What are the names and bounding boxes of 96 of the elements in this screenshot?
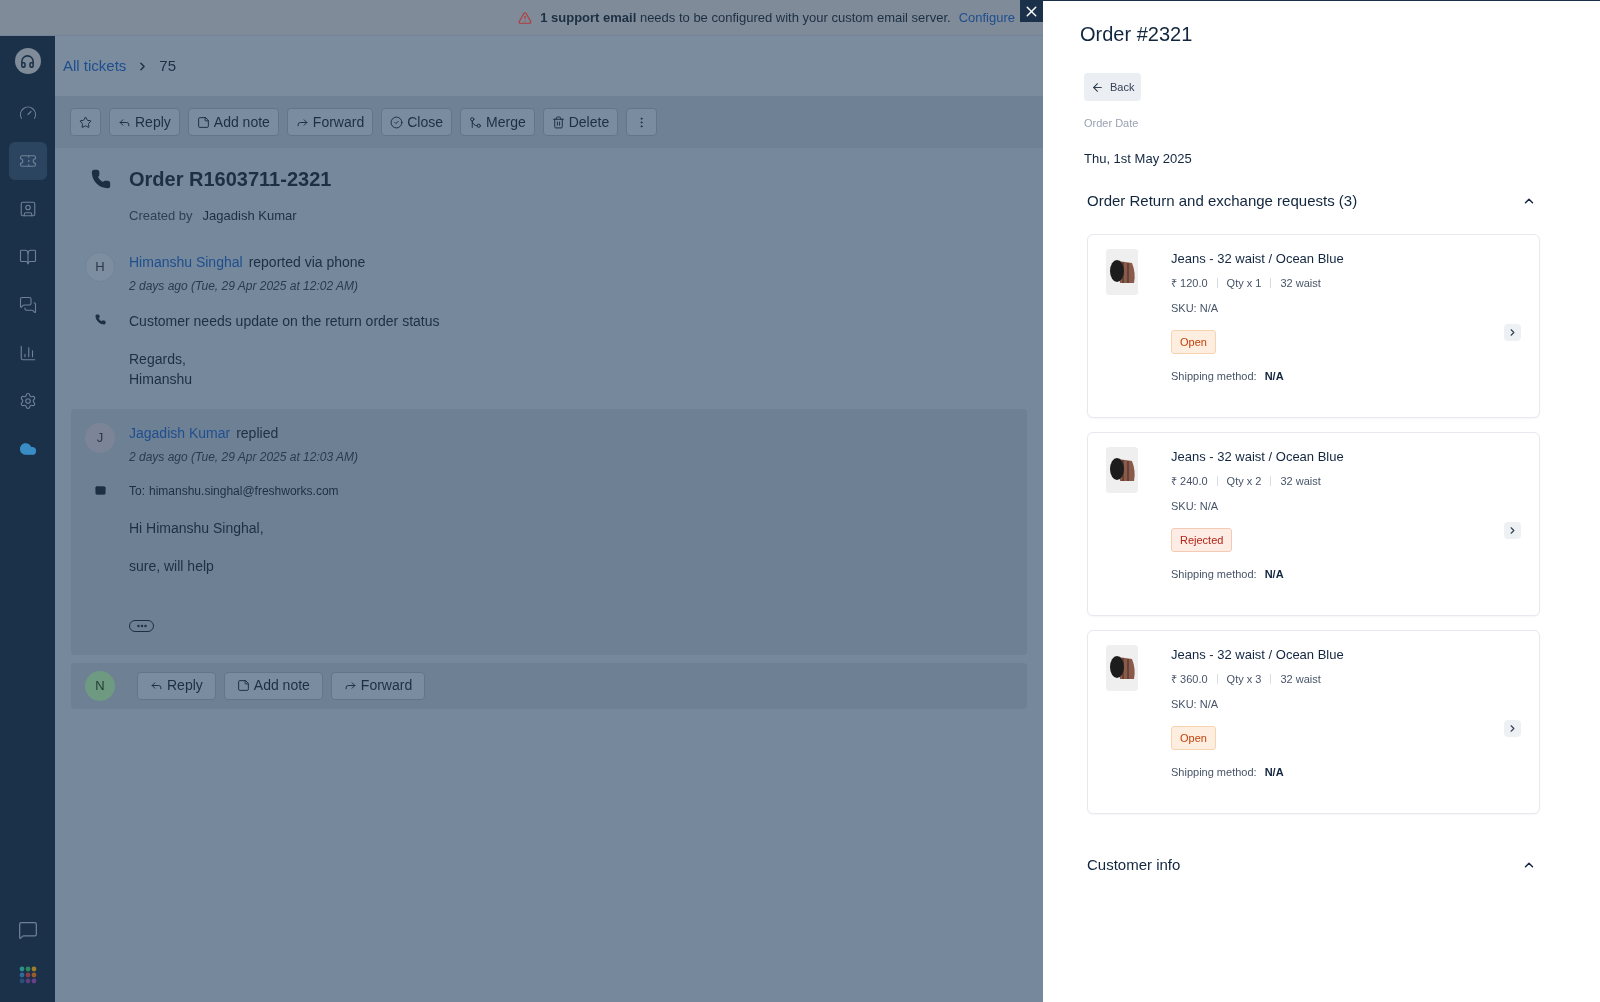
- price-text: ₹ 120.0: [1171, 275, 1208, 291]
- phone-icon: [94, 313, 106, 325]
- timestamp: 2 days ago (Tue, 29 Apr 2025 at 12:03 AM): [129, 448, 359, 466]
- variant-text: 32 waist: [1280, 671, 1321, 687]
- note-icon: [196, 115, 210, 129]
- check-circle-icon: [390, 115, 404, 129]
- shipping-value: N/A: [1264, 765, 1284, 780]
- chat-bubbles-icon: [18, 296, 37, 314]
- toolbar-button[interactable]: Merge: [460, 108, 535, 136]
- ticket-icon: [18, 152, 37, 170]
- sku-text: SKU: N/A: [1171, 697, 1220, 712]
- toolbar-button[interactable]: Add note: [223, 671, 323, 700]
- merge-icon: [469, 115, 482, 129]
- price-text: ₹ 360.0: [1171, 671, 1208, 687]
- toolbar-button[interactable]: Reply: [137, 671, 216, 700]
- section-title: Order Return and exchange requests (3): [1087, 191, 1358, 211]
- recipient-email: himanshu.singhal@freshworks.com: [149, 482, 339, 500]
- avatar: N: [85, 670, 115, 701]
- order-date-label: Order Date: [1084, 116, 1140, 131]
- toolbar-button[interactable]: Close: [381, 108, 452, 136]
- phone-icon: [91, 169, 111, 189]
- gauge-icon: [18, 104, 37, 122]
- quantity-text: Qty x 1: [1226, 275, 1262, 291]
- timestamp: 2 days ago (Tue, 29 Apr 2025 at 12:02 AM): [129, 277, 360, 295]
- toolbar-button[interactable]: Add note: [187, 108, 279, 136]
- configure-link[interactable]: Configure: [958, 7, 1015, 28]
- quantity-text: Qty x 3: [1226, 671, 1262, 687]
- open-details-button[interactable]: [1504, 324, 1521, 341]
- apps-grid-icon[interactable]: [18, 966, 37, 984]
- shipping-value: N/A: [1264, 369, 1284, 384]
- toolbar-button[interactable]: Delete: [542, 108, 619, 136]
- return-request-card[interactable]: Jeans - 32 waist / Ocean Blue ₹ 240.0 Qty x 2 32 waist SKU: N/A Rejected Shipping method: N/A: [1087, 431, 1540, 616]
- bar-chart-icon: [18, 344, 37, 362]
- toolbar-button[interactable]: Forward: [330, 671, 426, 700]
- status-tag: Open: [1171, 725, 1216, 750]
- ticket-number: 75: [159, 55, 177, 76]
- reply-icon: [150, 679, 163, 692]
- order-date: Thu, 1st May 2025: [1084, 149, 1193, 168]
- shipping-label: Shipping method:: [1171, 369, 1257, 384]
- action-text: replied: [236, 423, 279, 443]
- sidebar-item[interactable]: [8, 142, 47, 180]
- status-tag: Rejected: [1171, 527, 1233, 552]
- product-name: Jeans - 32 waist / Ocean Blue: [1171, 249, 1345, 268]
- banner-text: 1 support email needs to be configured with your custom email server.: [540, 8, 951, 27]
- section-header[interactable]: Customer info: [1087, 853, 1540, 876]
- to-label: To:: [129, 482, 145, 500]
- back-button[interactable]: Back: [1084, 73, 1142, 101]
- close-button[interactable]: [1020, 0, 1043, 22]
- product-name: Jeans - 32 waist / Ocean Blue: [1171, 645, 1345, 664]
- contact-icon: [18, 200, 37, 218]
- shipping-label: Shipping method:: [1171, 765, 1257, 780]
- created-by-label: Created by: [129, 207, 193, 225]
- variant-text: 32 waist: [1280, 275, 1321, 291]
- product-name: Jeans - 32 waist / Ocean Blue: [1171, 447, 1345, 466]
- note-icon: [236, 679, 250, 692]
- toolbar-button[interactable]: Forward: [286, 108, 374, 136]
- section-header[interactable]: Order Return and exchange requests (3): [1087, 190, 1540, 213]
- trash-icon: [551, 115, 565, 129]
- message-text: Customer needs update on the return order status: [129, 311, 440, 331]
- author-link[interactable]: Jagadish Kumar: [129, 422, 231, 444]
- logo-icon[interactable]: [14, 48, 41, 74]
- ticket-title: Order R1603711-2321: [129, 167, 332, 192]
- warning-icon: [518, 10, 533, 25]
- avatar: H: [85, 251, 115, 282]
- return-request-card[interactable]: Jeans - 32 waist / Ocean Blue ₹ 120.0 Qty x 1 32 waist SKU: N/A Open Shipping method: N/A: [1087, 233, 1540, 418]
- action-text: reported via phone: [248, 252, 366, 272]
- chat-icon[interactable]: [17, 920, 38, 940]
- shipping-value: N/A: [1264, 567, 1284, 582]
- author-link[interactable]: Himanshu Singhal: [129, 251, 243, 273]
- sku-text: SKU: N/A: [1171, 301, 1220, 316]
- sku-text: SKU: N/A: [1171, 499, 1220, 514]
- book-icon: [18, 248, 37, 266]
- shipping-label: Shipping method:: [1171, 567, 1257, 582]
- mail-icon: [94, 484, 106, 496]
- message-text: sure, will help: [129, 556, 215, 576]
- return-request-card[interactable]: Jeans - 32 waist / Ocean Blue ₹ 360.0 Qty x 3 32 waist SKU: N/A Open Shipping method: N/A: [1087, 629, 1540, 814]
- avatar: J: [85, 422, 115, 453]
- section-title: Customer info: [1087, 854, 1181, 875]
- open-details-button[interactable]: [1504, 522, 1521, 539]
- arrow-left-icon: [1091, 80, 1104, 94]
- breadcrumb-link[interactable]: All tickets: [63, 54, 127, 78]
- toolbar-button[interactable]: Reply: [109, 108, 180, 136]
- settings-icon: [18, 392, 37, 410]
- creator-name: Jagadish Kumar: [202, 207, 297, 225]
- open-details-button[interactable]: [1504, 720, 1521, 737]
- message-text: Regards, Himanshu: [129, 349, 194, 389]
- price-text: ₹ 240.0: [1171, 473, 1208, 489]
- forward-icon: [343, 679, 357, 692]
- star-button[interactable]: [70, 108, 101, 136]
- cloud-icon: [18, 440, 37, 458]
- message-text: Hi Himanshu Singhal,: [129, 518, 265, 538]
- status-tag: Open: [1171, 329, 1216, 354]
- variant-text: 32 waist: [1280, 473, 1321, 489]
- panel-title: Order #2321: [1080, 22, 1194, 47]
- quantity-text: Qty x 2: [1226, 473, 1262, 489]
- star-icon: [79, 115, 92, 129]
